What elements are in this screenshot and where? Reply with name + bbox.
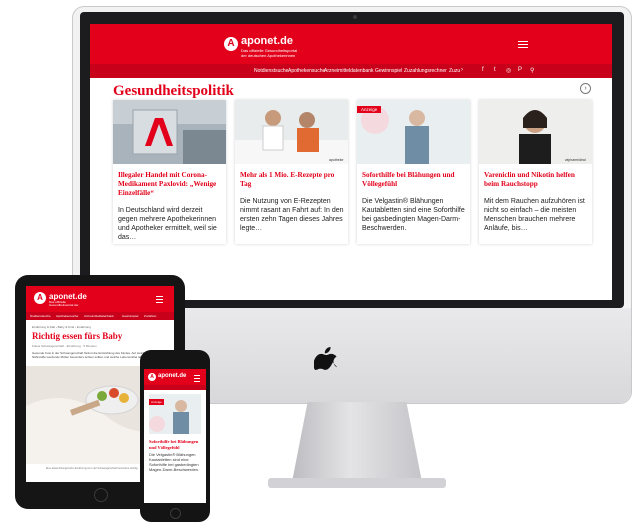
instagram-icon[interactable]: ◎	[506, 67, 511, 74]
nav-item-zuzu[interactable]: Zuzu	[449, 68, 460, 74]
nav-item-apothekensuche[interactable]: Apothekensuche	[288, 68, 325, 74]
nav-item-notdienstsuche[interactable]: Notdienstsuche	[30, 314, 51, 318]
section-title: Gesundheitspolitik	[113, 83, 234, 99]
nav-item-apothekensuche[interactable]: Apothekensuche	[56, 314, 78, 318]
ad-badge: Anzeige	[357, 106, 382, 113]
nav-item-notdienstsuche[interactable]: Notdienstsuche	[254, 68, 288, 74]
card-title[interactable]: Illegaler Handel mit Corona-Medikament P…	[118, 171, 222, 198]
site-header: A aponet.de Das offizielle Gesundheitspo…	[90, 24, 612, 64]
card-title[interactable]: Mehr als 1 Mio. E-Rezepte pro Tag	[240, 171, 344, 189]
article-card[interactable]: Illegaler Handel mit Corona-Medikament P…	[113, 100, 226, 244]
nav-item-zuzahlungsrechner[interactable]: Zuzahlungsrechner	[404, 68, 447, 74]
imac-stand-foot	[268, 478, 446, 488]
imac-screen: A aponet.de Das offizielle Gesundheitspo…	[90, 24, 612, 300]
ipad-header: A aponet.de Das offizielle Gesundheitspo…	[26, 286, 174, 312]
nav-item-arzneimitteldatenbank[interactable]: Arzneimitteldatenbank	[324, 68, 373, 74]
menu-icon[interactable]	[194, 373, 200, 384]
search-icon[interactable]: ⚲	[530, 67, 534, 74]
pharmacy-counter-image	[235, 100, 348, 164]
ipad-home-button[interactable]	[94, 488, 108, 502]
article-card[interactable]: Anzeige Soforthilfe bei Blähungen und Vö…	[357, 100, 470, 244]
smiling-woman-image	[479, 100, 592, 164]
menu-icon[interactable]	[156, 294, 163, 305]
image-caption: Eine abwechslungsreiche Ernährung ist in…	[46, 467, 139, 470]
nav-item-gewinnspiel[interactable]: Gewinnspiel	[375, 68, 402, 74]
article-title: Richtig essen fürs Baby	[32, 331, 123, 341]
site-logo-text[interactable]: aponet.de	[241, 35, 293, 47]
image-credit: wipharmideal	[565, 158, 586, 162]
card-title[interactable]: Vareniclin und Nikotin helfen beim Rauch…	[484, 171, 588, 189]
apple-logo-icon	[314, 347, 338, 371]
twitter-icon[interactable]: t	[494, 67, 496, 73]
nav-item-zuzahlun[interactable]: Zuzahlun	[144, 314, 156, 318]
card-text: In Deutschland wird derzeit gegen mehrer…	[118, 207, 217, 241]
aponet-logo-icon[interactable]: A	[34, 292, 46, 304]
site-logo-text[interactable]: aponet.de	[49, 292, 87, 301]
aponet-logo-icon[interactable]: A	[148, 373, 156, 381]
nav-item-arzneimitteldatenbank[interactable]: Arzneimitteldatenbank	[84, 314, 114, 318]
image-credit: apotheke	[329, 158, 344, 162]
iphone-home-button[interactable]	[170, 508, 181, 519]
main-nav: Notdienstsuche Apothekensuche Arzneimitt…	[90, 64, 612, 78]
iphone-header: A aponet.de	[144, 369, 206, 385]
card-text: Die Velgastin® Blähungen Kautabletten si…	[362, 198, 465, 232]
iphone-nav	[144, 385, 206, 390]
site-logo-tagline: Das offizielle Gesundheitsportal der deu…	[49, 301, 79, 306]
imac-stand	[292, 402, 422, 482]
menu-icon[interactable]	[518, 39, 528, 50]
card-text: Die Nutzung von E-Rezepten nimmt rasant …	[240, 198, 344, 232]
pharmacy-sign-image	[113, 100, 226, 164]
pinterest-icon[interactable]: P	[518, 67, 522, 73]
card-text: Die Velgastin® Blähungen Kautabletten si…	[149, 452, 200, 472]
iphone-screen: A aponet.de Anzeige Anzeige Soforthilfe …	[144, 369, 206, 503]
aponet-logo-icon[interactable]: A	[224, 37, 238, 51]
article-card[interactable]: apotheke Mehr als 1 Mio. E-Rezepte pro T…	[235, 100, 348, 244]
facebook-icon[interactable]: f	[482, 67, 484, 73]
site-logo-text[interactable]: aponet.de	[158, 373, 186, 379]
ad-badge-overlay: Anzeige	[149, 399, 164, 405]
card-text: Mit dem Rauchen aufzuhören ist nicht so …	[484, 198, 585, 232]
card-title[interactable]: Soforthilfe bei Blähungen und Völlegefüh…	[362, 171, 466, 189]
section-more-icon[interactable]: ›	[580, 83, 591, 94]
card-title[interactable]: Soforthilfe bei Blähungen und Völlegefüh…	[149, 439, 201, 450]
breadcrumb[interactable]: Ernährung & Diät › Baby & Kind › Ernähru…	[32, 325, 91, 329]
camera-dot	[353, 15, 357, 19]
nav-item-gewinnspiel[interactable]: Gewinnspiel	[122, 314, 138, 318]
ipad-nav: Notdienstsuche Apothekensuche Arzneimitt…	[26, 312, 174, 320]
article-card[interactable]: wipharmideal Vareniclin und Nikotin helf…	[479, 100, 592, 244]
article-meta: Fokus Schwangerschaft · Ernährung · 5 Mi…	[32, 344, 97, 348]
nav-next-icon[interactable]: ›	[461, 67, 463, 73]
site-logo-tagline: Das offizielle Gesundheitsportal der deu…	[241, 48, 298, 58]
